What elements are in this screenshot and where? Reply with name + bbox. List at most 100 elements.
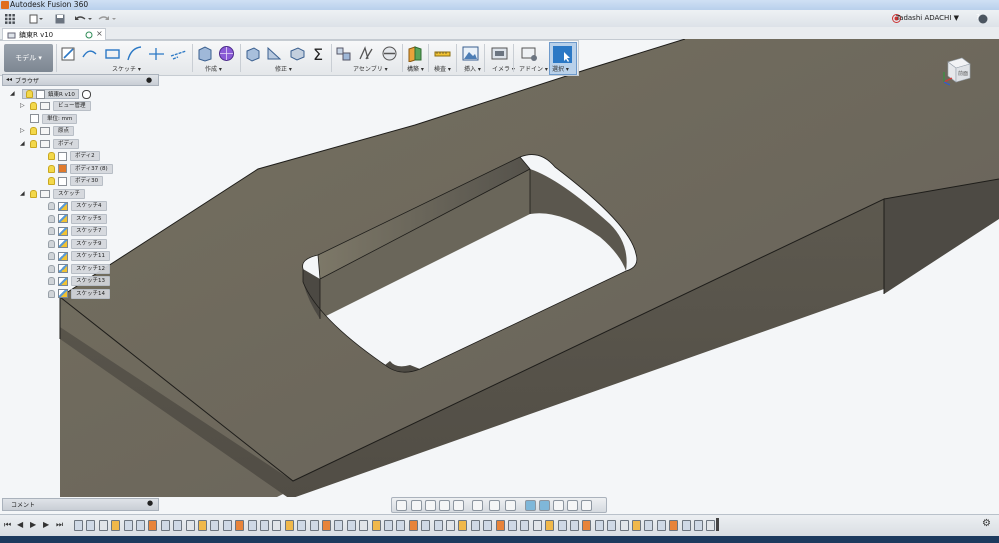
comments-settings-icon[interactable]: ● <box>147 499 153 507</box>
browser-pin-icon[interactable]: ● <box>146 76 152 84</box>
timeline-feature-marker[interactable] <box>532 520 542 531</box>
timeline-feature-marker[interactable] <box>384 520 393 531</box>
timeline-feature-marker[interactable] <box>644 520 654 531</box>
press-pull-icon[interactable] <box>244 45 261 62</box>
timeline-feature-marker[interactable] <box>582 520 592 531</box>
browser-tree-row[interactable]: スケッチ12 <box>38 263 110 274</box>
shell-icon[interactable] <box>289 45 306 62</box>
browser-tree-row[interactable]: ◢ スケッチ <box>20 188 86 199</box>
expand-triangle-icon[interactable]: ▷ <box>20 127 25 134</box>
timeline-feature-marker[interactable] <box>458 520 468 531</box>
refresh-icon[interactable] <box>85 31 93 39</box>
collapse-arrows-icon[interactable]: ◂◂ <box>6 76 12 83</box>
group-label-sketch[interactable]: スケッチ ▾ <box>112 64 141 73</box>
group-label-create[interactable]: 作成 ▾ <box>205 64 222 73</box>
visibility-bulb-icon[interactable] <box>30 127 37 135</box>
timeline-feature-marker[interactable] <box>86 520 96 531</box>
visibility-bulb-icon[interactable] <box>48 252 55 260</box>
group-label-construct[interactable]: 構築 ▾ <box>407 64 424 73</box>
timeline-feature-marker[interactable] <box>334 520 344 531</box>
timeline-feature-marker[interactable] <box>495 520 505 531</box>
display-settings-icon[interactable] <box>472 500 483 511</box>
undo-icon[interactable] <box>73 13 93 24</box>
browser-tree-row[interactable]: スケッチ9 <box>38 238 107 249</box>
help-button[interactable]: ? <box>973 13 993 24</box>
timeline-feature-marker[interactable] <box>694 520 703 531</box>
trim-icon[interactable] <box>148 45 165 62</box>
timeline-feature-marker[interactable] <box>198 520 207 531</box>
timeline-feature-marker[interactable] <box>235 520 245 531</box>
timeline-feature-marker[interactable] <box>396 520 406 531</box>
3d-print-icon[interactable] <box>491 45 508 62</box>
visibility-bulb-icon[interactable] <box>26 90 33 98</box>
timeline-feature-marker[interactable] <box>520 520 530 531</box>
visibility-bulb-icon[interactable] <box>48 214 55 223</box>
browser-header[interactable]: ◂◂ ブラウザ ● <box>2 74 159 86</box>
visibility-bulb-icon[interactable] <box>48 264 55 273</box>
scripts-addins-icon[interactable] <box>521 45 538 62</box>
selection-filter-icon[interactable] <box>525 500 536 511</box>
expand-triangle-icon[interactable]: ▷ <box>20 102 25 109</box>
joint-icon[interactable] <box>358 45 375 62</box>
visibility-bulb-icon[interactable] <box>48 202 55 210</box>
browser-root-row[interactable]: ◢ 鎮東R v10 <box>10 89 91 99</box>
timeline-feature-marker[interactable] <box>470 520 480 531</box>
timeline-feature-marker[interactable] <box>656 520 666 531</box>
timeline-feature-marker[interactable] <box>433 520 443 531</box>
viewports-icon[interactable] <box>505 500 516 511</box>
timeline-feature-marker[interactable] <box>359 520 369 531</box>
group-label-addins[interactable]: アドイン ▾ <box>519 64 548 73</box>
visibility-bulb-icon[interactable] <box>30 189 37 198</box>
effects-icon[interactable] <box>581 500 592 511</box>
timeline-feature-marker[interactable] <box>111 520 121 531</box>
timeline-feature-marker[interactable] <box>297 520 307 531</box>
orbit-icon[interactable] <box>396 500 407 511</box>
save-icon[interactable] <box>54 13 65 24</box>
extrude-icon[interactable] <box>196 45 213 62</box>
browser-tree-row[interactable]: ▷ 原点 <box>20 126 75 136</box>
browser-tree-row[interactable]: スケッチ5 <box>38 213 107 224</box>
timeline-feature-marker[interactable] <box>483 520 493 531</box>
timeline-feature-marker[interactable] <box>371 520 381 531</box>
arc-icon[interactable] <box>126 45 143 62</box>
file-menu-icon[interactable] <box>28 13 44 24</box>
timeline-feature-marker[interactable] <box>594 520 604 531</box>
group-label-make[interactable]: イメラ ▾ <box>492 64 515 73</box>
browser-tree-row[interactable]: ◢ ボディ <box>20 138 80 149</box>
visibility-bulb-icon[interactable] <box>48 239 55 248</box>
user-menu[interactable]: Tadashi ADACHI ▼ <box>896 14 959 22</box>
timeline-feature-marker[interactable] <box>123 520 133 531</box>
group-label-insert[interactable]: 挿入 ▾ <box>464 64 481 73</box>
view-cube[interactable]: 前面 <box>940 52 974 86</box>
fillet-icon[interactable] <box>266 45 283 62</box>
3d-viewport[interactable] <box>0 39 999 497</box>
motion-link-icon[interactable] <box>381 45 398 62</box>
step-forward-icon[interactable]: ▶ <box>43 520 49 529</box>
visual-style-icon[interactable] <box>553 500 564 511</box>
grid-snaps-icon[interactable] <box>489 500 500 511</box>
timeline-feature-marker[interactable] <box>260 520 269 531</box>
root-component-node[interactable]: 鎮東R v10 <box>22 89 79 99</box>
close-tab-icon[interactable]: × <box>96 29 103 38</box>
timeline-feature-marker[interactable] <box>346 520 356 531</box>
expand-triangle-icon[interactable]: ◢ <box>20 140 25 147</box>
timeline-marker-end[interactable] <box>716 518 719 531</box>
timeline-feature-marker[interactable] <box>160 520 170 531</box>
step-back-icon[interactable]: ◀ <box>17 520 23 529</box>
visibility-bulb-icon[interactable] <box>48 227 55 235</box>
data-panel-grid-icon[interactable] <box>4 13 16 24</box>
timeline-feature-marker[interactable] <box>284 520 294 531</box>
timeline-feature-marker[interactable] <box>408 520 418 531</box>
expand-triangle-icon[interactable]: ◢ <box>10 90 15 97</box>
timeline-feature-marker[interactable] <box>570 520 579 531</box>
timeline-feature-marker[interactable] <box>421 520 431 531</box>
go-to-end-icon[interactable]: ⏭ <box>56 520 63 530</box>
browser-tree-row[interactable]: ボディ30 <box>38 176 104 186</box>
comments-panel-header[interactable]: コメント ● <box>2 498 159 511</box>
timeline-feature-marker[interactable] <box>706 520 716 531</box>
timeline-feature-marker[interactable] <box>446 520 455 531</box>
go-to-start-icon[interactable]: ⏮ <box>4 520 11 530</box>
box-select-icon[interactable] <box>539 500 550 511</box>
visibility-bulb-icon[interactable] <box>48 177 55 185</box>
visibility-bulb-icon[interactable] <box>30 102 37 110</box>
